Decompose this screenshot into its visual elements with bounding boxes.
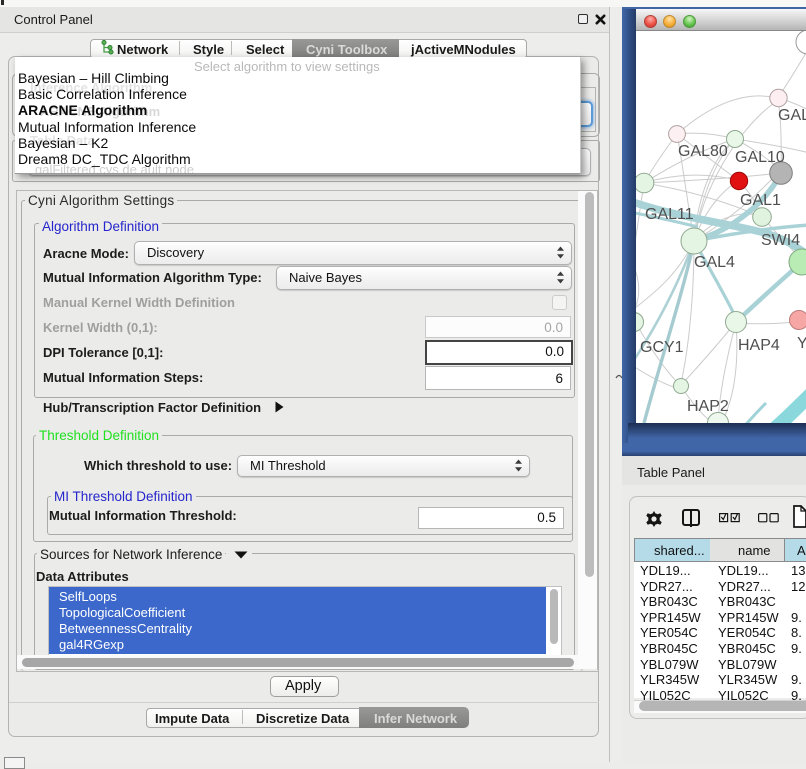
svg-text:HAP2: HAP2 bbox=[687, 398, 729, 415]
svg-text:GAL1: GAL1 bbox=[740, 192, 781, 209]
svg-text:Y: Y bbox=[797, 335, 806, 352]
svg-text:SWI4: SWI4 bbox=[761, 232, 800, 249]
svg-text:GAL10: GAL10 bbox=[735, 149, 785, 166]
svg-text:GAL11: GAL11 bbox=[645, 206, 694, 223]
svg-text:HAP4: HAP4 bbox=[738, 337, 780, 354]
svg-text:GAL4: GAL4 bbox=[694, 254, 735, 271]
svg-text:GAL: GAL bbox=[778, 107, 806, 124]
svg-text:GCY1: GCY1 bbox=[640, 339, 684, 356]
svg-text:GAL80: GAL80 bbox=[678, 143, 728, 160]
